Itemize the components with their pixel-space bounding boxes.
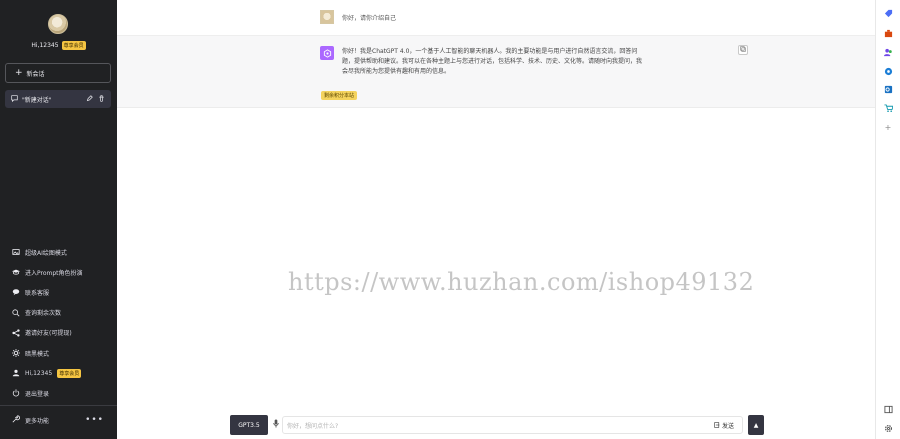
image-icon (12, 248, 20, 256)
right-rail: + (875, 0, 900, 439)
send-icon (714, 421, 720, 430)
bot-message-text: 你好！我是ChatGPT 4.0，一个基于人工智能的聊天机器人。我的主要功能是与… (342, 48, 643, 75)
menu-item-invite-friends[interactable]: 邀请好友(可提现) (0, 323, 117, 343)
menu-item-logout[interactable]: 退出登录 (0, 383, 117, 403)
menu-item-label: 退出登录 (25, 390, 50, 398)
user-message-row: 你好，请你介绍自己 (117, 0, 875, 36)
menu-item-label: 进入Prompt角色扮演 (25, 269, 83, 277)
input-bar: GPT3.5 你好，想问点什么? 发送 ▲ (230, 415, 764, 435)
microphone-icon[interactable] (273, 419, 279, 430)
menu-item-support[interactable]: 联系客服 (0, 282, 117, 302)
new-chat-label: 新会话 (26, 70, 45, 78)
scroll-to-top-button[interactable]: ▲ (748, 415, 764, 435)
wrench-icon (12, 415, 20, 425)
shopping-cart-icon[interactable] (883, 103, 893, 113)
outlook-icon[interactable] (883, 84, 893, 94)
send-label: 发送 (722, 423, 735, 430)
menu-item-dark-mode[interactable]: 暗黑模式 (0, 343, 117, 363)
sidebar: Hi,12345 尊享会员 + 新会话 "新建对话" 超级AI绘图模式 进入Pr… (0, 0, 117, 439)
user-avatar (320, 10, 334, 24)
gear-icon[interactable] (883, 423, 893, 433)
graduation-cap-icon (12, 268, 20, 276)
menu-item-ai-drawing[interactable]: 超级AI绘图模式 (0, 242, 117, 262)
new-chat-button[interactable]: + 新会话 (5, 63, 111, 83)
trash-icon[interactable] (98, 94, 105, 104)
search-icon (12, 309, 20, 317)
watermark: https://www.huzhan.com/ishop49132 (288, 268, 755, 296)
compass-icon[interactable] (883, 66, 893, 76)
toolbox-icon[interactable] (883, 28, 893, 38)
message-input[interactable]: 你好，想问点什么? (282, 416, 743, 434)
plus-icon: + (15, 67, 23, 78)
more-features-label: 更多功能 (25, 417, 50, 425)
bot-message-row: 你好！我是ChatGPT 4.0，一个基于人工智能的聊天机器人。我的主要功能是与… (117, 36, 875, 108)
share-icon (12, 329, 20, 337)
more-features-button[interactable]: 更多功能 ••• (12, 413, 104, 427)
vip-badge: 尊享会员 (61, 41, 86, 50)
credits-tag: 剩余积分本站 (321, 91, 358, 100)
divider (0, 405, 117, 406)
menu-item-label: Hi,12345 (25, 369, 53, 377)
people-icon[interactable] (883, 47, 893, 57)
sidebar-menu: 超级AI绘图模式 进入Prompt角色扮演 联系客服 查询剩余次数 邀请好友(可… (0, 242, 117, 404)
user-message-text: 你好，请你介绍自己 (342, 15, 397, 22)
chat-bubble-icon (12, 288, 20, 296)
model-select-button[interactable]: GPT3.5 (230, 415, 268, 435)
menu-item-label: 邀请好友(可提现) (25, 330, 72, 338)
menu-item-label: 查询剩余次数 (25, 310, 62, 318)
avatar[interactable] (48, 14, 68, 34)
tag-icon[interactable] (883, 8, 893, 18)
copy-icon (740, 46, 746, 54)
vip-badge: 尊享会员 (57, 368, 82, 378)
menu-item-label: 联系客服 (25, 289, 50, 297)
openai-logo-icon (320, 46, 334, 60)
sun-icon (12, 349, 20, 358)
chevron-up-icon: ▲ (753, 421, 759, 429)
menu-item-remaining-count[interactable]: 查询剩余次数 (0, 303, 117, 323)
conversation-item[interactable]: "新建对话" (5, 90, 111, 108)
app-root: Hi,12345 尊享会员 + 新会话 "新建对话" 超级AI绘图模式 进入Pr… (0, 0, 900, 439)
edit-icon[interactable] (86, 94, 93, 104)
add-icon[interactable]: + (883, 122, 893, 132)
chat-bubble-icon (11, 94, 18, 104)
menu-item-prompt-roleplay[interactable]: 进入Prompt角色扮演 (0, 262, 117, 282)
menu-item-label: 超级AI绘图模式 (25, 249, 67, 257)
user-icon (12, 369, 20, 377)
menu-item-label: 暗黑模式 (25, 350, 50, 358)
more-dots-icon[interactable]: ••• (85, 415, 104, 425)
user-info: Hi,12345 尊享会员 (0, 41, 117, 50)
user-name: Hi,12345 (31, 42, 59, 49)
conversation-title: "新建对话" (22, 96, 52, 104)
power-icon (12, 389, 20, 397)
send-button[interactable]: 发送 (714, 421, 734, 430)
sidebar-toggle-icon[interactable] (883, 404, 893, 414)
menu-item-user[interactable]: Hi,12345 尊享会员 (0, 363, 117, 383)
chat-main: 你好，请你介绍自己 你好！我是ChatGPT 4.0，一个基于人工智能的聊天机器… (117, 0, 875, 439)
copy-button[interactable] (738, 45, 748, 55)
